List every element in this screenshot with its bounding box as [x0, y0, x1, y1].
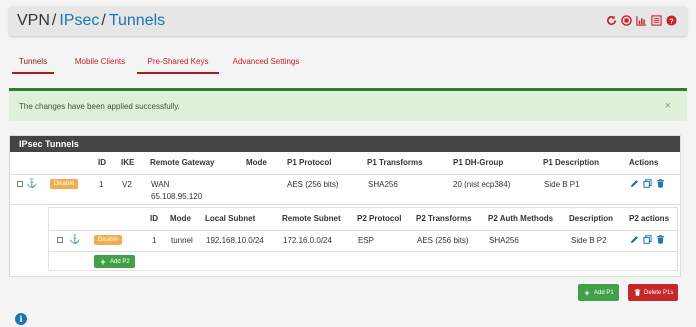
col-id: ID [98, 158, 106, 167]
add-p2-button[interactable]: + Add P2 [94, 255, 135, 268]
divider [49, 251, 677, 252]
breadcrumb-ipsec[interactable]: IPsec [59, 12, 99, 29]
plus-icon: + [100, 256, 106, 267]
stop-icon[interactable] [621, 15, 632, 26]
p2-col-description: Description [569, 214, 614, 223]
divider [49, 230, 677, 231]
copy-icon[interactable] [643, 179, 652, 188]
edit-icon[interactable] [630, 179, 639, 188]
col-ike: IKE [121, 158, 135, 167]
divider [10, 204, 680, 205]
delete-p1s-label: Delete P1s [644, 289, 674, 296]
p2-auth: SHA256 [489, 236, 519, 245]
p1-gateway-iface: WAN [151, 180, 170, 189]
alert-message: The changes have been applied successful… [19, 102, 180, 111]
add-p1-button[interactable]: + Add P1 [578, 284, 619, 301]
col-p1-transforms: P1 Transforms [367, 158, 423, 167]
p2-col-transforms: P2 Transforms [416, 214, 472, 223]
col-actions: Actions [629, 158, 659, 167]
p2-remote-subnet: 172.16.0.0/24 [283, 236, 332, 245]
breadcrumb-vpn: VPN [17, 12, 50, 29]
trash-icon [633, 289, 641, 297]
col-remote-gateway: Remote Gateway [150, 158, 215, 167]
p2-description: Side B P2 [571, 236, 607, 245]
header-icons: ? [606, 15, 677, 26]
p1-description: Side B P1 [544, 180, 580, 189]
p1-id: 1 [99, 180, 104, 189]
p1-transforms: SHA256 [368, 180, 398, 189]
page-header: VPN / IPsec / Tunnels ? [9, 6, 687, 36]
chart-icon[interactable] [636, 15, 647, 26]
svg-text:?: ? [669, 16, 674, 25]
panel-title: IPsec Tunnels [10, 136, 680, 152]
row-checkbox[interactable] [17, 181, 23, 187]
add-p1-label: Add P1 [594, 289, 614, 296]
col-mode: Mode [246, 158, 267, 167]
success-alert: The changes have been applied successful… [9, 88, 687, 121]
p2-transforms: AES (256 bits) [417, 236, 469, 245]
p2-local-subnet: 192.168.10.0/24 [206, 236, 264, 245]
row-checkbox[interactable] [57, 237, 63, 243]
add-p2-label: Add P2 [110, 258, 130, 265]
p2-col-auth: P2 Auth Methods [488, 214, 554, 223]
p2-col-mode: Mode [170, 214, 191, 223]
p2-id: 1 [152, 236, 157, 245]
tab-bar: Tunnels Mobile Clients Pre-Shared Keys A… [12, 50, 692, 74]
list-icon[interactable] [651, 15, 662, 26]
disable-p1-button[interactable]: Disable [50, 179, 79, 189]
trash-icon[interactable] [656, 179, 665, 188]
disable-p2-button[interactable]: Disable [94, 235, 123, 245]
plus-icon: + [584, 287, 590, 298]
reload-icon[interactable] [606, 15, 617, 26]
alert-close-button[interactable]: × [665, 100, 671, 112]
p2-protocol: ESP [358, 236, 375, 245]
trash-icon[interactable] [656, 235, 665, 244]
tab-mobile-clients[interactable]: Mobile Clients [70, 50, 130, 74]
divider [10, 174, 680, 175]
col-p1-description: P1 Description [543, 158, 600, 167]
breadcrumb: VPN / IPsec / Tunnels [17, 12, 165, 30]
p2-col-local-subnet: Local Subnet [205, 214, 256, 223]
info-icon[interactable]: i [15, 313, 27, 325]
breadcrumb-tunnels[interactable]: Tunnels [109, 12, 165, 29]
p2-mode: tunnel [171, 236, 193, 245]
p2-col-remote-subnet: Remote Subnet [282, 214, 341, 223]
p1-gateway-ip: 65.108.95.120 [151, 192, 203, 201]
help-icon[interactable]: ? [666, 15, 677, 26]
p1-ike: V2 [122, 180, 132, 189]
p2-col-id: ID [150, 214, 158, 223]
p1-dh-group: 20 (nist ecp384) [453, 180, 511, 189]
p2-col-protocol: P2 Protocol [357, 214, 402, 223]
anchor-icon[interactable]: ⚓ [69, 235, 80, 244]
tab-tunnels[interactable]: Tunnels [12, 50, 54, 74]
col-p1-protocol: P1 Protocol [287, 158, 332, 167]
col-p1-dh-group: P1 DH-Group [453, 158, 504, 167]
p1-protocol: AES (256 bits) [287, 180, 339, 189]
edit-icon[interactable] [630, 235, 639, 244]
tab-pre-shared-keys[interactable]: Pre-Shared Keys [137, 50, 219, 74]
delete-p1s-button[interactable]: Delete P1s [628, 284, 679, 301]
p2-col-actions: P2 actions [629, 214, 670, 223]
copy-icon[interactable] [643, 235, 652, 244]
anchor-icon[interactable]: ⚓ [26, 179, 37, 188]
ipsec-tunnels-panel: IPsec Tunnels ID IKE Remote Gateway Mode… [9, 135, 681, 277]
breadcrumb-separator: / [51, 12, 57, 29]
tab-advanced-settings[interactable]: Advanced Settings [228, 50, 304, 74]
phase2-table: ID Mode Local Subnet Remote Subnet P2 Pr… [48, 207, 678, 271]
breadcrumb-separator: / [101, 12, 106, 29]
